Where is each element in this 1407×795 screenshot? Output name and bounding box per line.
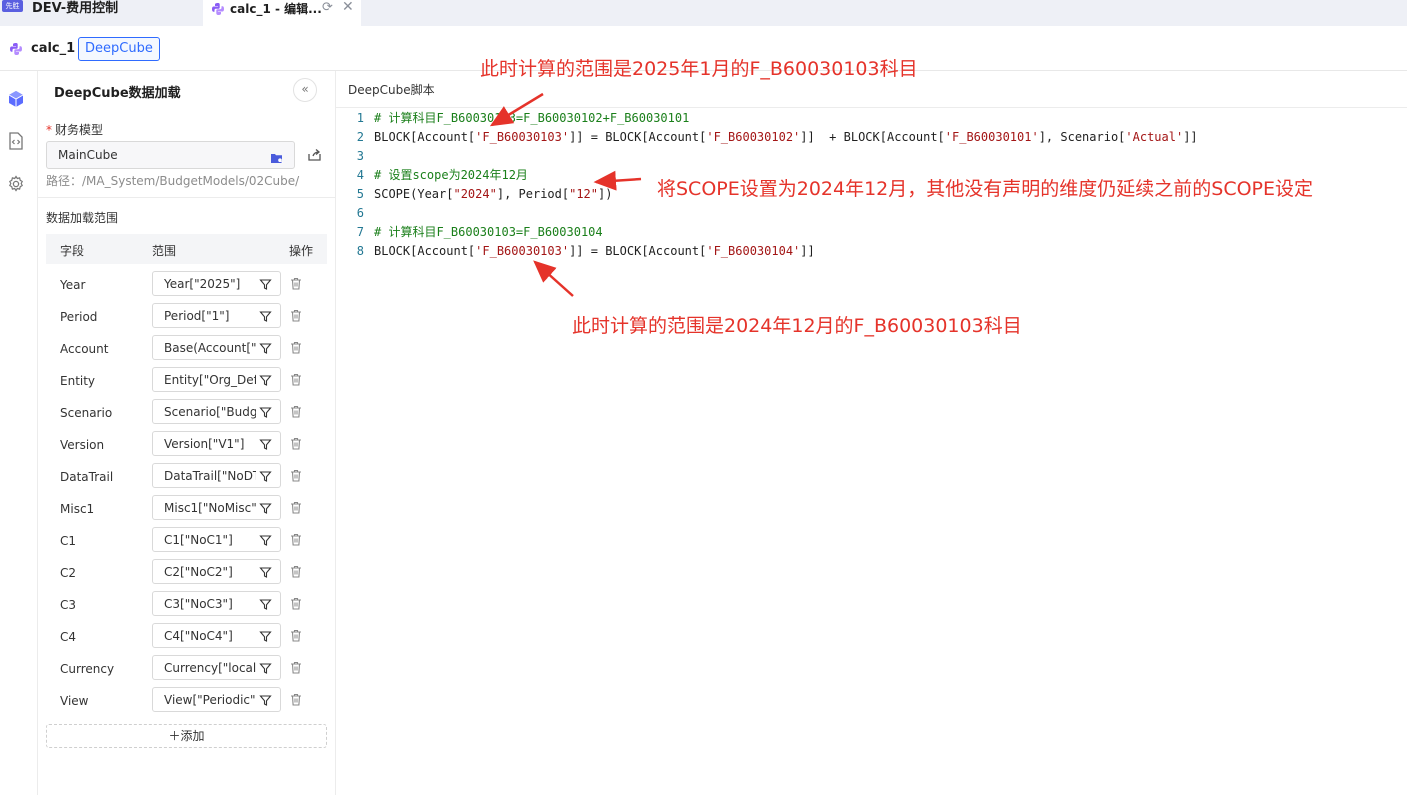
arrow-middle [593, 170, 642, 191]
annotation-arrows [489, 92, 642, 297]
arrow-bottom [533, 260, 574, 297]
arrow-top [489, 92, 544, 127]
